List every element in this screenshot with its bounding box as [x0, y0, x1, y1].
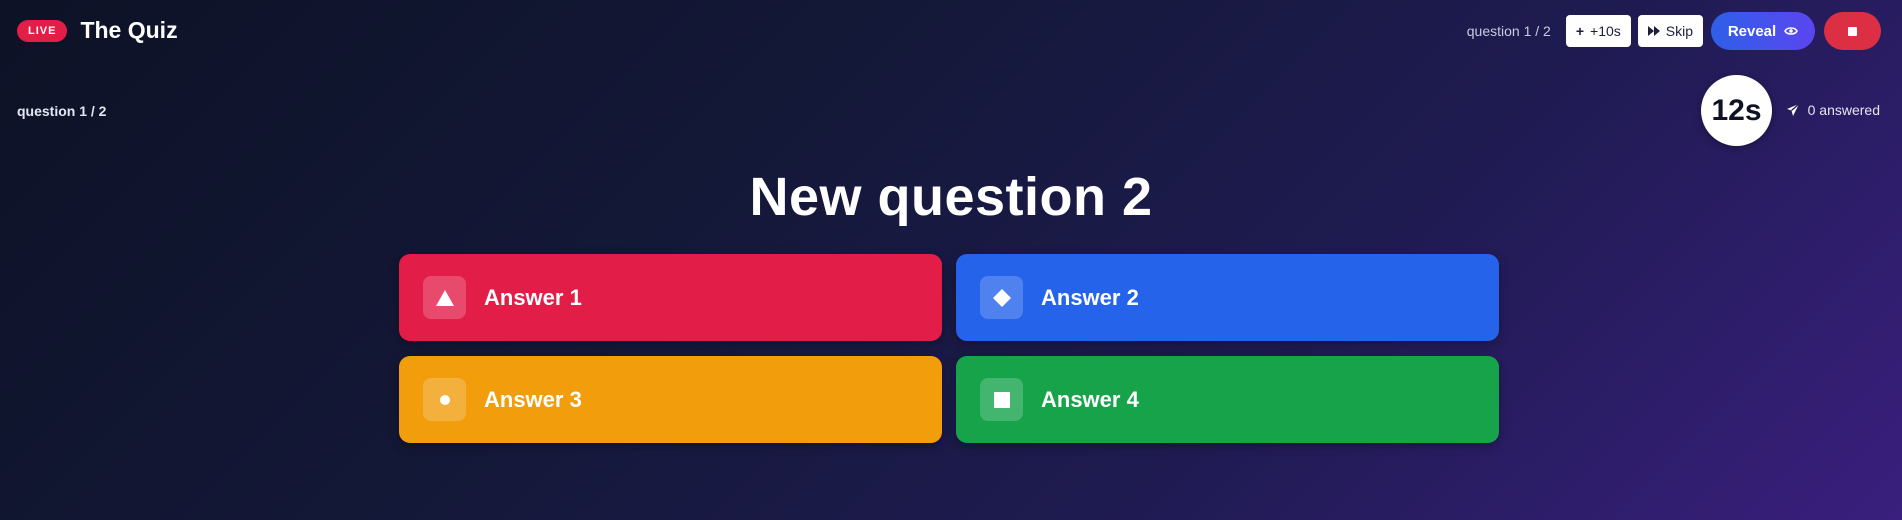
add-time-button[interactable]: + +10s	[1565, 15, 1631, 47]
skip-button[interactable]: Skip	[1637, 15, 1703, 47]
answered-label: 0 answered	[1807, 102, 1880, 118]
triangle-icon	[423, 276, 466, 319]
brand: LIVE The Quiz	[17, 17, 178, 44]
answer-label: Answer 4	[1041, 386, 1139, 412]
header-question-progress: question 1 / 2	[1466, 23, 1551, 39]
eye-icon	[1784, 26, 1799, 36]
add-time-label: +10s	[1590, 23, 1621, 39]
top-bar: LIVE The Quiz question 1 / 2 + +10s Skip…	[0, 0, 1902, 60]
circle-icon	[423, 378, 466, 421]
countdown-timer: 12s	[1701, 75, 1772, 146]
host-controls: question 1 / 2 + +10s Skip Reveal	[1467, 12, 1881, 50]
answer-option-1[interactable]: Answer 1	[399, 254, 942, 341]
live-badge: LIVE	[17, 19, 68, 42]
answer-option-4[interactable]: Answer 4	[956, 356, 1499, 443]
app-title: The Quiz	[80, 17, 178, 43]
stop-icon	[1848, 26, 1857, 36]
fast-forward-icon	[1647, 26, 1660, 36]
square-icon	[980, 378, 1023, 421]
answer-label: Answer 3	[484, 386, 582, 412]
plus-icon: +	[1575, 23, 1585, 39]
stop-button[interactable]	[1824, 12, 1881, 50]
diamond-icon	[980, 276, 1023, 319]
question-progress: question 1 / 2	[17, 103, 107, 119]
answered-count: 0 answered	[1786, 102, 1880, 118]
skip-label: Skip	[1665, 23, 1693, 39]
answer-grid: Answer 1 Answer 2 Answer 3 Answer 4	[399, 254, 1499, 443]
answer-label: Answer 1	[484, 284, 582, 310]
answer-option-3[interactable]: Answer 3	[399, 356, 942, 443]
answer-label: Answer 2	[1041, 284, 1139, 310]
reveal-button[interactable]: Reveal	[1711, 12, 1815, 50]
answer-option-2[interactable]: Answer 2	[956, 254, 1499, 341]
reveal-label: Reveal	[1727, 22, 1777, 40]
paper-plane-icon	[1786, 103, 1800, 117]
question-title: New question 2	[749, 167, 1153, 227]
